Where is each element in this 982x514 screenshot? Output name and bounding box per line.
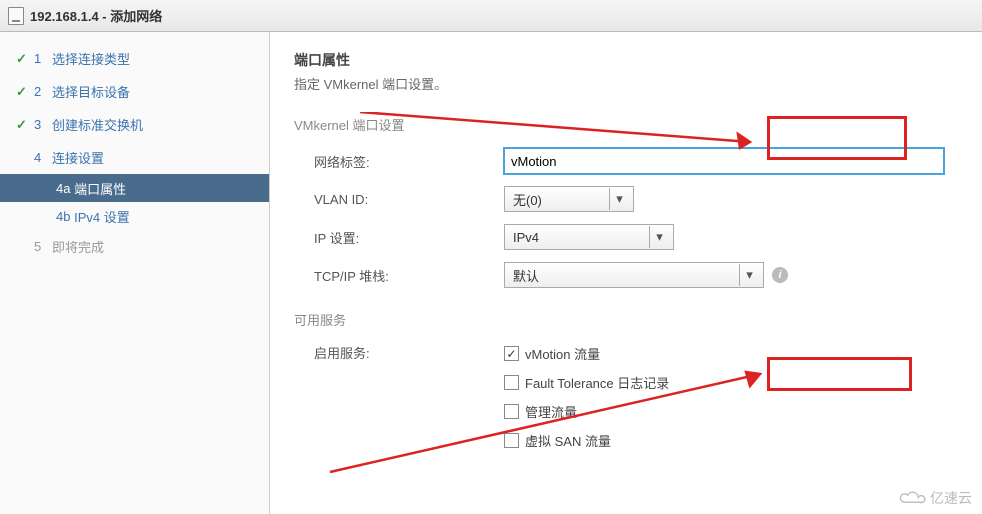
- annotation-arrow-2: [320, 362, 770, 482]
- wizard-sidebar: 1选择连接类型 2选择目标设备 3创建标准交换机 4连接设置 4a 端口属性 4…: [0, 32, 270, 514]
- dropdown-vlan-value: 无(0): [513, 190, 542, 209]
- step-4[interactable]: 4连接设置: [0, 141, 269, 174]
- step-3[interactable]: 3创建标准交换机: [0, 108, 269, 141]
- wizard-main: 端口属性 指定 VMkernel 端口设置。 VMkernel 端口设置 网络标…: [270, 32, 982, 514]
- checkbox-icon[interactable]: [504, 346, 519, 361]
- dropdown-vlan-id[interactable]: 无(0) ▾: [504, 186, 634, 212]
- wizard-container: 1选择连接类型 2选择目标设备 3创建标准交换机 4连接设置 4a 端口属性 4…: [0, 32, 982, 514]
- host-icon: [8, 7, 24, 25]
- dropdown-ip-value: IPv4: [513, 230, 539, 245]
- row-ip-settings: IP 设置: IPv4 ▾: [294, 224, 982, 250]
- label-ip-settings: IP 设置:: [294, 228, 504, 247]
- info-icon[interactable]: i: [772, 267, 788, 283]
- step-1[interactable]: 1选择连接类型: [0, 42, 269, 75]
- step-2[interactable]: 2选择目标设备: [0, 75, 269, 108]
- page-subtitle: 指定 VMkernel 端口设置。: [294, 74, 982, 93]
- chevron-down-icon: ▾: [739, 264, 759, 286]
- service-vmotion[interactable]: vMotion 流量: [504, 344, 982, 363]
- row-vlan-id: VLAN ID: 无(0) ▾: [294, 186, 982, 212]
- window-title: 192.168.1.4 - 添加网络: [30, 6, 162, 25]
- label-vlan-id: VLAN ID:: [294, 192, 504, 207]
- row-tcpip-stack: TCP/IP 堆栈: 默认 ▾ i: [294, 262, 982, 288]
- group-available-services: 可用服务: [294, 310, 982, 329]
- substep-4a[interactable]: 4a 端口属性: [0, 174, 269, 202]
- dropdown-tcpip-stack[interactable]: 默认 ▾: [504, 262, 764, 288]
- titlebar: 192.168.1.4 - 添加网络: [0, 0, 982, 32]
- label-enable-services: 启用服务:: [294, 343, 504, 362]
- dropdown-tcpip-value: 默认: [513, 266, 539, 285]
- label-tcpip-stack: TCP/IP 堆栈:: [294, 266, 504, 285]
- chevron-down-icon: ▾: [649, 226, 669, 248]
- chevron-down-icon: ▾: [609, 188, 629, 210]
- page-title: 端口属性: [294, 50, 982, 70]
- annotation-arrow-1: [350, 112, 770, 172]
- step-5: 5即将完成: [0, 230, 269, 263]
- substep-4b[interactable]: 4b IPv4 设置: [0, 202, 269, 230]
- dropdown-ip-settings[interactable]: IPv4 ▾: [504, 224, 674, 250]
